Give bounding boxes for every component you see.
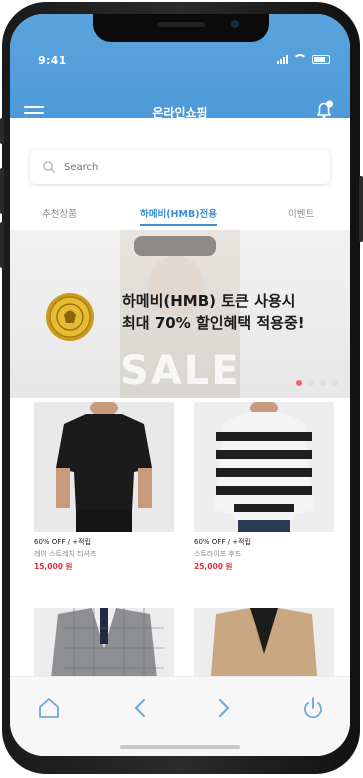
search-bar[interactable] xyxy=(30,150,330,184)
volume-up-button xyxy=(0,168,4,214)
tab-events[interactable]: 이벤트 xyxy=(288,206,314,220)
product-image-black-tshirt xyxy=(34,402,174,532)
product-card[interactable]: 60% OFF / +적립 레이 스트레치 티셔츠 15,000 원 xyxy=(34,402,174,572)
chevron-right-icon xyxy=(219,699,230,717)
product-image-striped-sweater xyxy=(194,402,334,532)
search-input[interactable] xyxy=(62,160,306,174)
banner-line-2: 최대 70% 할인혜택 적용중! xyxy=(122,314,305,332)
banner-text: 하메비(HMB) 토큰 사용시 최대 70% 할인혜택 적용중! xyxy=(122,290,305,334)
home-icon xyxy=(39,698,59,718)
power-button xyxy=(359,176,363,242)
tab-recommended[interactable]: 추천상품 xyxy=(42,206,77,220)
carousel-dot[interactable] xyxy=(320,380,326,386)
volume-down-button xyxy=(0,222,4,268)
mute-switch xyxy=(0,118,4,144)
hmb-token-icon xyxy=(46,293,94,341)
power-logout-button[interactable] xyxy=(300,695,326,721)
status-time: 9:41 xyxy=(38,54,67,67)
app-screen: 9:41 온라인쇼핑 추천상품 하메비(HMB)전용 이벤트 xyxy=(10,14,350,756)
carousel-dot[interactable] xyxy=(332,380,338,386)
chevron-left-icon xyxy=(134,699,145,717)
bottom-navigation xyxy=(10,676,350,756)
bell-icon xyxy=(317,100,333,119)
carousel-dot[interactable] xyxy=(296,380,302,386)
wifi-icon xyxy=(293,54,307,64)
home-button[interactable] xyxy=(36,695,62,721)
carousel-dot[interactable] xyxy=(308,380,314,386)
status-icons xyxy=(277,54,330,64)
forward-button[interactable] xyxy=(210,695,236,721)
tab-hmb-exclusive[interactable]: 하메비(HMB)전용 xyxy=(140,206,218,226)
back-button[interactable] xyxy=(128,695,154,721)
power-icon xyxy=(304,697,322,719)
product-card[interactable]: 60% OFF / +적립 스트라이프 후드 25,000 원 xyxy=(194,402,334,572)
notification-button[interactable] xyxy=(314,100,334,122)
carousel-indicator xyxy=(296,380,338,386)
banner-sunglasses xyxy=(134,236,216,256)
product-price: 15,000 원 xyxy=(34,562,73,571)
banner-line-1: 하메비(HMB) 토큰 사용시 xyxy=(122,292,296,310)
promo-banner[interactable]: SALE 하메비(HMB) 토큰 사용시 최대 70% 할인혜택 적용중! xyxy=(10,230,350,398)
search-icon xyxy=(43,161,55,173)
page-title: 온라인쇼핑 xyxy=(152,106,208,120)
product-discount: 60% OFF / +적립 xyxy=(194,538,251,546)
category-tabs: 추천상품 하메비(HMB)전용 이벤트 xyxy=(10,202,350,228)
battery-icon xyxy=(312,54,330,64)
phone-notch xyxy=(93,14,269,42)
product-price: 25,000 원 xyxy=(194,562,233,571)
banner-sale-text: SALE xyxy=(120,348,241,394)
product-discount: 60% OFF / +적립 xyxy=(34,538,91,546)
product-name: 레이 스트레치 티셔츠 xyxy=(34,550,97,558)
product-name: 스트라이프 후드 xyxy=(194,550,242,558)
signal-icon xyxy=(277,54,288,64)
home-indicator[interactable] xyxy=(120,745,240,749)
